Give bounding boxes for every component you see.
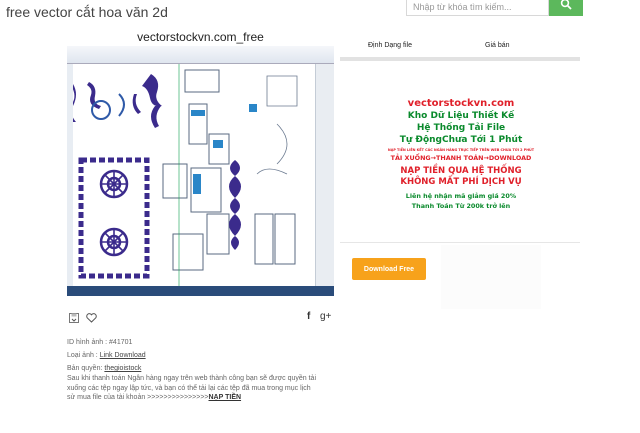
copyright: Bản quyền: thegioistock [67, 365, 141, 372]
promo-site: vectorstockvn.com [407, 98, 515, 109]
image-type: Loại ảnh : Link Download [67, 352, 146, 359]
promo-line: Hệ Thống Tải File [416, 123, 506, 133]
description-text: sử mua file của tài khoản >>>>>>>>>>>>>>… [67, 394, 209, 401]
preview-image[interactable] [67, 46, 334, 296]
promo-line: TẢI XUỐNG→THANH TOÁN→DOWNLOAD [390, 154, 532, 162]
topup-link[interactable]: NẠP TIỀN [209, 394, 242, 401]
image-id: ID hình ảnh : #41701 [67, 339, 133, 346]
description-line: xuống các tệp ngay lập tức, và bạn có th… [67, 384, 311, 392]
design-canvas [67, 64, 315, 286]
description-line: sử mua file của tài khoản >>>>>>>>>>>>>>… [67, 393, 335, 403]
placeholder-box [441, 245, 541, 309]
save-button[interactable] [69, 310, 79, 328]
download-free-button[interactable]: Download Free [352, 258, 426, 280]
copyright-link[interactable]: thegioistock [104, 365, 141, 372]
search-input[interactable]: Nhập từ khóa tìm kiếm... [406, 0, 549, 16]
save-icon [69, 313, 79, 323]
search-button[interactable] [549, 0, 583, 16]
app-toolbar [67, 46, 334, 64]
copyright-label: Bản quyền: [67, 365, 105, 372]
promo-banner[interactable]: vectorstockvn.com Kho Dữ Liệu Thiết Kế H… [375, 92, 547, 228]
google-plus-share-icon[interactable]: g+ [320, 311, 331, 322]
promo-line: KHÔNG MẤT PHÍ DỊCH VỤ [400, 177, 522, 187]
promo-line: Thanh Toán Từ 200k trở lên [411, 202, 511, 210]
promo-line: NẠP TIỀN QUA HỆ THỐNG [400, 166, 522, 176]
heart-icon [86, 313, 97, 323]
preview-banner: vectorstockvn.com_free [137, 30, 264, 44]
promo-line: Liên hệ nhận mã giảm giá 20% [405, 192, 517, 200]
promo-line: NẠP TIỀN LIÊN KẾT CÁC NGÂN HÀNG TRỰC TIẾ… [387, 148, 535, 152]
info-tabs: Định Dạng file Giá bán [340, 37, 580, 61]
like-button[interactable] [86, 310, 97, 328]
facebook-share-icon[interactable]: f [307, 311, 310, 322]
page-title: free vector cắt hoa văn 2d [6, 4, 168, 20]
tab-file-format[interactable]: Định Dạng file [368, 42, 412, 49]
sidebar-divider [340, 242, 580, 243]
promo-line: Tự ĐộngChưa Tới 1 Phút [399, 135, 523, 145]
ornament-artwork [70, 64, 298, 286]
description: Sau khi thanh toán Ngân hàng ngay trên w… [67, 374, 335, 403]
search-icon [560, 0, 572, 10]
image-type-label: Loại ảnh : [67, 352, 100, 359]
image-type-link[interactable]: Link Download [100, 352, 146, 359]
description-line: Sau khi thanh toán Ngân hàng ngay trên w… [67, 375, 317, 382]
layers-panel [315, 64, 334, 286]
tab-price[interactable]: Giá bán [485, 42, 510, 49]
vertical-ruler [67, 64, 73, 286]
taskbar [67, 286, 334, 296]
promo-line: Kho Dữ Liệu Thiết Kế [407, 111, 515, 121]
